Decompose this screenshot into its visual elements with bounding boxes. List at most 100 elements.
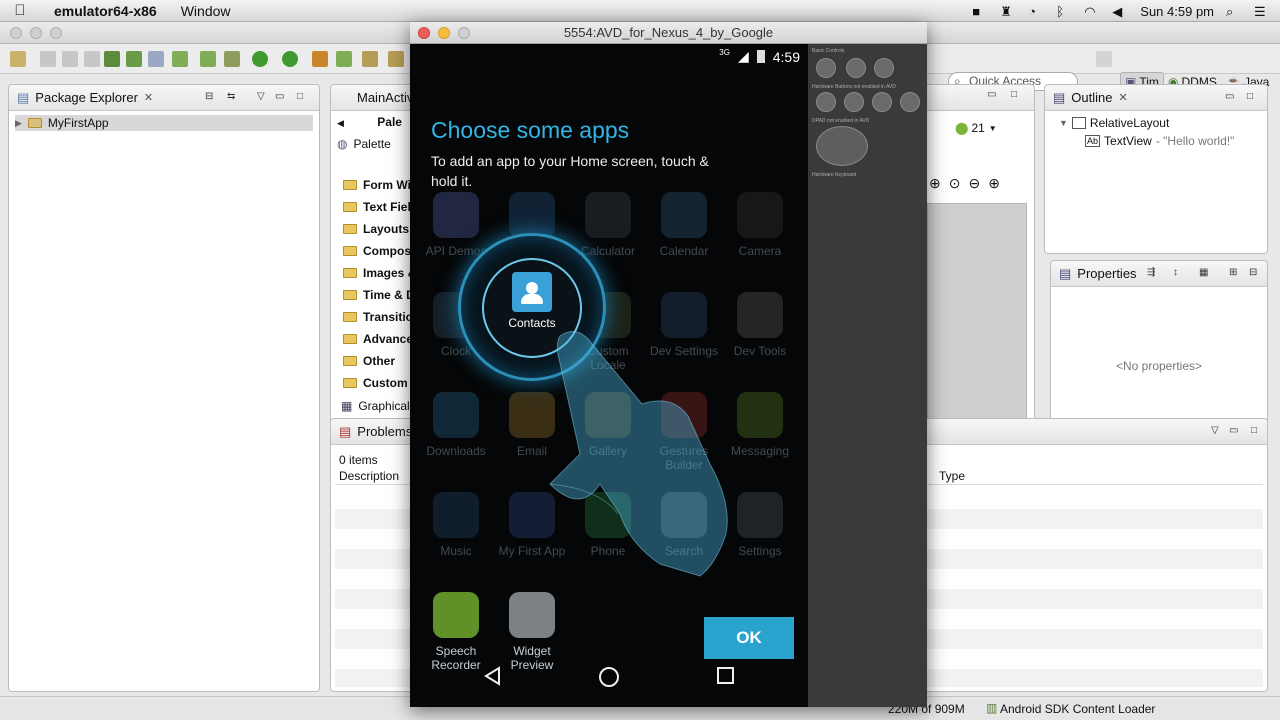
- maximize-view-icon[interactable]: □: [1251, 425, 1257, 436]
- show-categories-icon[interactable]: ⇶: [1147, 267, 1155, 278]
- app-tile[interactable]: Widget Preview: [494, 592, 570, 672]
- lint-icon[interactable]: [148, 51, 164, 67]
- maximize-editor-icon[interactable]: □: [1011, 89, 1017, 100]
- palette-folder[interactable]: Composi: [343, 241, 414, 261]
- palette-folder[interactable]: Advance: [343, 329, 413, 349]
- menubar-clock[interactable]: Sun 4:59 pm: [1140, 4, 1214, 19]
- collapse-all-icon[interactable]: ⊟: [1249, 267, 1257, 278]
- android-sdk-icon[interactable]: [104, 51, 120, 67]
- view-menu-icon[interactable]: ▽: [257, 91, 265, 102]
- close-icon[interactable]: ✕: [144, 91, 153, 104]
- external-tools-icon[interactable]: [312, 51, 328, 67]
- maximize-view-icon[interactable]: □: [1247, 91, 1253, 102]
- minimize-view-icon[interactable]: ▭: [1229, 425, 1238, 436]
- outline-root-row[interactable]: ▼ RelativeLayout: [1059, 115, 1169, 131]
- wifi-icon[interactable]: ◠: [1084, 4, 1100, 19]
- volume-down-icon[interactable]: [816, 58, 836, 78]
- api-level-dropdown[interactable]: ⬤ 21 ▼: [955, 121, 997, 135]
- tab-outline[interactable]: ▤ Outline ✕ ▭ □: [1045, 85, 1267, 111]
- time-machine-icon[interactable]: ◔: [1028, 4, 1044, 19]
- search-tool-icon[interactable]: [388, 51, 404, 67]
- apple-icon[interactable]: : [0, 2, 40, 19]
- power-icon[interactable]: [874, 58, 894, 78]
- open-type-icon[interactable]: [362, 51, 378, 67]
- zoom-window-button[interactable]: [50, 27, 62, 39]
- zoom-in-icon[interactable]: ⊕: [929, 175, 941, 192]
- save-all-icon[interactable]: [62, 51, 78, 67]
- app-tile[interactable]: Calculator: [570, 192, 646, 258]
- link-editor-icon[interactable]: ⇆: [227, 91, 235, 102]
- app-tile[interactable]: Search: [646, 492, 722, 558]
- expand-arrow-icon[interactable]: ▶: [15, 118, 22, 129]
- app-tile[interactable]: Gallery: [570, 392, 646, 458]
- malware-icon[interactable]: ♜: [1000, 4, 1016, 19]
- graphical-layout-tab[interactable]: ▦ Graphical: [341, 399, 410, 413]
- minimize-window-button[interactable]: [30, 27, 42, 39]
- app-tile[interactable]: Messaging: [722, 392, 798, 458]
- project-row[interactable]: ▶ MyFirstApp: [15, 115, 313, 131]
- notification-center-icon[interactable]: ☰: [1254, 4, 1270, 19]
- app-tile[interactable]: Dev Tools: [722, 292, 798, 358]
- home-hw-icon[interactable]: [816, 92, 836, 112]
- view-menu-icon[interactable]: ▽: [1211, 425, 1219, 436]
- minimize-view-icon[interactable]: ▭: [1225, 91, 1234, 102]
- new-icon[interactable]: [10, 51, 26, 67]
- spotlight-icon[interactable]: ⌕: [1226, 4, 1242, 19]
- expand-arrow-icon[interactable]: ▼: [1059, 118, 1068, 128]
- new-android-icon[interactable]: [172, 51, 188, 67]
- trash-icon[interactable]: ▥: [986, 701, 997, 715]
- column-type[interactable]: Type: [939, 469, 965, 483]
- contacts-app-focused[interactable]: Contacts: [482, 258, 582, 358]
- app-tile[interactable]: Dev Settings: [646, 292, 722, 358]
- app-tile[interactable]: Downloads: [418, 392, 494, 458]
- app-tile[interactable]: Email: [494, 392, 570, 458]
- menu-window[interactable]: Window: [181, 3, 231, 19]
- new-java-class-icon[interactable]: [336, 51, 352, 67]
- print-icon[interactable]: [84, 51, 100, 67]
- android-xml-icon[interactable]: [200, 51, 216, 67]
- zoom-fit-icon[interactable]: ⊙: [949, 175, 961, 192]
- collapse-palette-icon[interactable]: ◀: [337, 118, 344, 128]
- tab-package-explorer[interactable]: ▤ Package Explorer ✕ ⊟ ⇆ ▽ ▭ □: [9, 85, 319, 111]
- minimize-window-button[interactable]: [438, 27, 450, 39]
- zoom-out-icon[interactable]: ⊖: [968, 175, 980, 192]
- sort-icon[interactable]: ↕: [1173, 267, 1178, 278]
- app-tile[interactable]: Calendar: [646, 192, 722, 258]
- palette-folder[interactable]: Form Wi: [343, 175, 411, 195]
- app-tile[interactable]: API Demos: [418, 192, 494, 258]
- outline-child-row[interactable]: Ab TextView - "Hello world!": [1085, 133, 1234, 149]
- ok-button[interactable]: OK: [704, 617, 794, 659]
- palette-folder[interactable]: Transitio: [343, 307, 413, 327]
- maximize-view-icon[interactable]: □: [297, 91, 303, 102]
- open-perspective-icon[interactable]: [1096, 51, 1112, 67]
- palette-folder[interactable]: Custom: [343, 373, 408, 393]
- palette-folder[interactable]: Other: [343, 351, 395, 371]
- app-name-menu[interactable]: emulator64-x86: [54, 3, 157, 19]
- filter-icon[interactable]: ▦: [1199, 267, 1208, 278]
- zoom-actual-icon[interactable]: ⊕: [988, 175, 1000, 192]
- save-icon[interactable]: [40, 51, 56, 67]
- palette-folder[interactable]: Text Fiel: [343, 197, 411, 217]
- expand-all-icon[interactable]: ⊞: [1229, 267, 1237, 278]
- close-window-button[interactable]: [418, 27, 430, 39]
- debug-icon[interactable]: [224, 51, 240, 67]
- tab-properties[interactable]: ▤ Properties ⇶ ↕ ▦ ⊞ ⊟: [1051, 261, 1267, 287]
- recents-button[interactable]: [716, 666, 736, 689]
- zoom-window-button[interactable]: [458, 27, 470, 39]
- app-tile[interactable]: Camera: [722, 192, 798, 258]
- run-icon[interactable]: [252, 51, 268, 67]
- palette-folder[interactable]: Time & D: [343, 285, 415, 305]
- minimize-editor-icon[interactable]: ▭: [987, 89, 996, 100]
- dpad-icon[interactable]: [816, 126, 868, 166]
- avd-manager-icon[interactable]: [126, 51, 142, 67]
- minimize-view-icon[interactable]: ▭: [275, 91, 284, 102]
- column-description[interactable]: Description: [339, 469, 399, 483]
- palette-folder[interactable]: Images &: [343, 263, 416, 283]
- app-tile[interactable]: Music: [418, 492, 494, 558]
- app-tile[interactable]: Settings: [722, 492, 798, 558]
- close-window-button[interactable]: [10, 27, 22, 39]
- app-tile[interactable]: Phone: [570, 492, 646, 558]
- menu-hw-icon[interactable]: [844, 92, 864, 112]
- app-tile[interactable]: Gestures Builder: [646, 392, 722, 472]
- run-last-icon[interactable]: [282, 51, 298, 67]
